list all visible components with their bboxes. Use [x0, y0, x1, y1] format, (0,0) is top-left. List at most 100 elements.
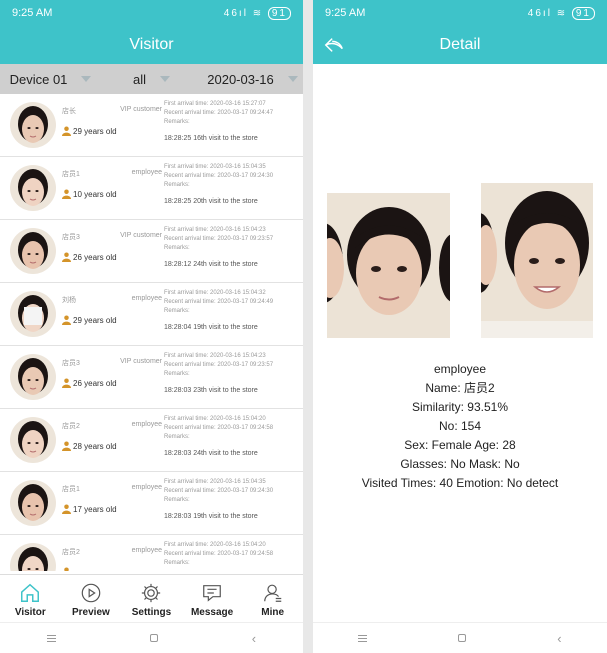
date-select[interactable]: 2020-03-16	[202, 64, 303, 94]
person-name: Name: 店员2	[425, 381, 495, 395]
person-icon	[64, 567, 69, 571]
visitor-identity: 店长 VIP customer 29 years old	[60, 94, 164, 156]
visitor-age-line: 28 years old	[62, 441, 117, 451]
avatar	[10, 165, 56, 211]
visitor-age-line: 29 years old	[62, 315, 117, 325]
visitor-age: 28 years old	[73, 441, 117, 451]
visitor-list[interactable]: 店长 VIP customer 29 years old First arriv…	[0, 94, 303, 571]
tab-label: Settings	[131, 607, 172, 618]
visit-summary: 18:28:03 23th visit to the store	[164, 387, 258, 394]
visitor-row[interactable]: 店员1 employee 17 years old First arrival …	[0, 472, 303, 535]
visitor-identity: 店员1 employee 17 years old	[60, 472, 164, 534]
visit-summary: 18:28:12 24th visit to the store	[164, 261, 258, 268]
visit-summary: 18:28:03 19th visit to the store	[164, 513, 258, 520]
person-number: No: 154	[438, 419, 482, 433]
person-icon	[62, 441, 71, 451]
remarks: Remarks:	[164, 245, 190, 251]
back-icon[interactable]: ‹	[557, 631, 561, 646]
visitor-type: employee	[131, 547, 162, 554]
signal-icon: 46ıl	[527, 7, 552, 19]
tab-preview[interactable]: Preview	[61, 575, 122, 622]
visitor-identity: 店员2 employee	[60, 535, 164, 571]
face-thumbnail	[10, 165, 56, 211]
face-photos	[313, 183, 607, 338]
type-select[interactable]: all	[101, 64, 202, 94]
wifi-icon: ≋	[252, 7, 264, 19]
recent-arrival: Recent arrival time: 2020-03-17 09:24:58	[164, 551, 274, 557]
recent-arrival: Recent arrival time: 2020-03-17 09:24:49	[164, 299, 274, 305]
visitor-name: 店员2	[62, 549, 80, 556]
visit-summary: 18:28:03 24th visit to the store	[164, 450, 258, 457]
first-arrival: First arrival time: 2020-03-16 15:27:07	[164, 101, 266, 107]
home-square-icon[interactable]	[458, 634, 467, 642]
system-nav-bar: ‹	[313, 622, 607, 653]
page-title: Detail	[313, 26, 607, 64]
avatar	[10, 291, 56, 337]
visitor-info: First arrival time: 2020-03-16 15:04:23 …	[164, 346, 303, 408]
person-icon	[62, 378, 71, 388]
visitor-row[interactable]: 店员2 employee First arrival time: 2020-03…	[0, 535, 303, 571]
user-icon	[263, 584, 281, 602]
face-thumbnail	[10, 228, 56, 274]
avatar	[10, 102, 56, 148]
battery-icon: 91	[267, 6, 291, 20]
status-time: 9:25 AM	[325, 7, 366, 19]
message-icon	[203, 585, 221, 602]
tab-visitor[interactable]: Visitor	[0, 575, 61, 622]
gear-icon	[142, 583, 161, 603]
tab-settings[interactable]: Settings	[121, 575, 182, 622]
visitor-info: First arrival time: 2020-03-16 15:04:20 …	[164, 535, 303, 571]
avatar	[10, 228, 56, 274]
person-icon	[62, 504, 71, 514]
visitor-age-line: 26 years old	[62, 378, 117, 388]
back-arrow-icon[interactable]	[323, 34, 345, 56]
remarks: Remarks:	[164, 434, 190, 440]
remarks: Remarks:	[164, 182, 190, 188]
tab-message[interactable]: Message	[182, 575, 243, 622]
recent-arrival: Recent arrival time: 2020-03-17 09:24:30	[164, 173, 274, 179]
recent-arrival: Recent arrival time: 2020-03-17 09:24:58	[164, 425, 274, 431]
visitor-row[interactable]: 店长 VIP customer 29 years old First arriv…	[0, 94, 303, 157]
menu-icon[interactable]	[358, 634, 368, 642]
visitor-age-line: 10 years old	[62, 189, 117, 199]
visitor-identity: 店员1 employee 10 years old	[60, 157, 164, 219]
menu-icon[interactable]	[46, 634, 56, 642]
device-value: Device 01	[9, 71, 68, 87]
visited-emotion: Visited Times: 40 Emotion: No detect	[361, 476, 559, 490]
tab-label: Message	[190, 607, 234, 618]
back-icon[interactable]: ‹	[252, 631, 256, 646]
tab-label: Preview	[71, 607, 110, 618]
visitor-row[interactable]: 店员3 VIP customer 26 years old First arri…	[0, 346, 303, 409]
visitor-info: First arrival time: 2020-03-16 15:04:32 …	[164, 283, 303, 345]
remarks: Remarks:	[164, 560, 190, 566]
first-arrival: First arrival time: 2020-03-16 15:04:20	[164, 542, 266, 548]
chevron-down-icon	[287, 76, 298, 82]
tab-label: Mine	[261, 607, 285, 618]
visitor-row[interactable]: 刘杨 employee 29 years old First arrival t…	[0, 283, 303, 346]
chevron-down-icon	[160, 76, 170, 82]
home-square-icon[interactable]	[149, 634, 158, 642]
recent-arrival: Recent arrival time: 2020-03-17 09:23:57	[164, 236, 274, 242]
remarks: Remarks:	[164, 497, 190, 503]
visitor-age-line: 26 years old	[62, 252, 117, 262]
capture-photo	[327, 193, 450, 338]
visitor-name: 店员3	[62, 360, 80, 367]
visitor-row[interactable]: 店员2 employee 28 years old First arrival …	[0, 409, 303, 472]
visitor-age: 29 years old	[73, 126, 117, 136]
home-icon	[21, 583, 40, 602]
status-time: 9:25 AM	[12, 7, 53, 19]
type-value: all	[132, 71, 146, 87]
first-arrival: First arrival time: 2020-03-16 15:04:32	[164, 290, 266, 296]
device-select[interactable]: Device 01	[0, 64, 101, 94]
visitor-info: First arrival time: 2020-03-16 15:04:35 …	[164, 157, 303, 219]
visitor-info: First arrival time: 2020-03-16 15:04:20 …	[164, 409, 303, 471]
detail-info: employee Name: 店员2 Similarity: 93.51% No…	[313, 360, 607, 493]
detail-title: Detail	[439, 36, 481, 53]
visitor-row[interactable]: 店员3 VIP customer 26 years old First arri…	[0, 220, 303, 283]
visitor-row[interactable]: 店员1 employee 10 years old First arrival …	[0, 157, 303, 220]
first-arrival: First arrival time: 2020-03-16 15:04:23	[164, 227, 266, 233]
visitor-identity: 刘杨 employee 29 years old	[60, 283, 164, 345]
remarks: Remarks:	[164, 308, 190, 314]
tab-mine[interactable]: Mine	[242, 575, 303, 622]
first-arrival: First arrival time: 2020-03-16 15:04:23	[164, 353, 266, 359]
